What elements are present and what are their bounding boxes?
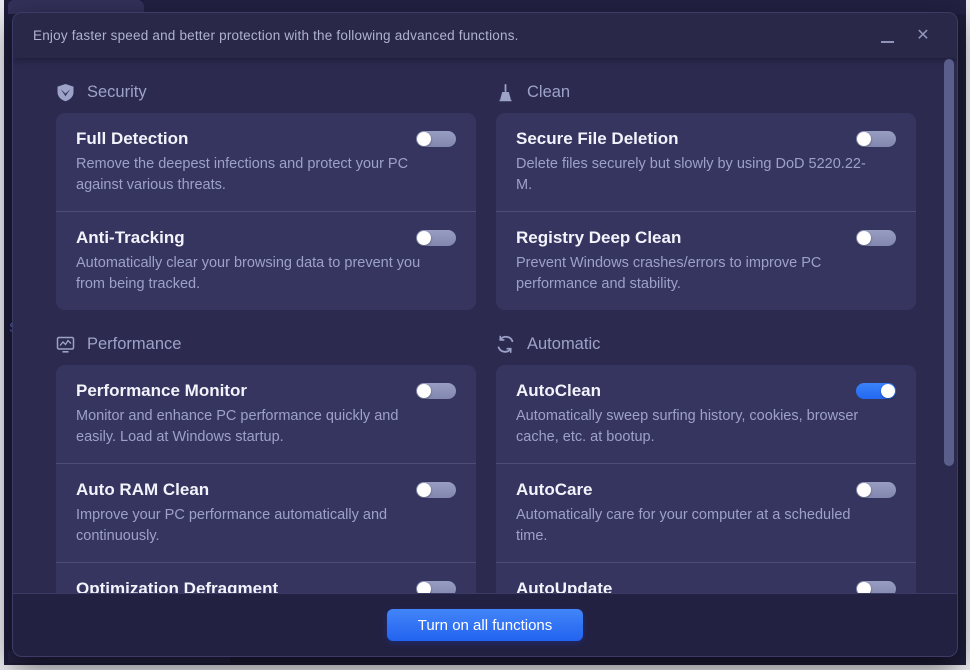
function-name: Registry Deep Clean [516,226,844,250]
vertical-scrollbar[interactable] [944,59,954,466]
function-item: AutoUpdate [496,562,916,593]
section-card: Performance Monitor Monitor and enhance … [56,365,476,593]
section-header: Automatic [496,332,916,356]
function-toggle[interactable] [416,581,456,593]
close-button[interactable]: ✕ [909,22,937,50]
function-item: AutoClean Automatically sweep surfing hi… [496,365,916,463]
shield-icon [56,83,75,102]
section-title: Security [87,83,147,102]
function-description: Delete files securely but slowly by usin… [516,154,876,196]
function-name: Anti-Tracking [76,226,404,250]
function-description: Automatically sweep surfing history, coo… [516,406,876,448]
toggle-knob [857,483,871,497]
function-item: Secure File Deletion Delete files secure… [496,113,916,211]
section-header: Security [56,80,476,104]
section-title: Automatic [527,335,600,354]
minimize-icon [881,41,894,43]
function-toggle[interactable] [416,482,456,498]
function-name: Optimization Defragment [76,577,404,593]
function-description: Remove the deepest infections and protec… [76,154,436,196]
minimize-button[interactable] [873,22,901,50]
dialog-content: Security Full Detection Remove the deepe… [13,58,957,593]
function-item: Registry Deep Clean Prevent Windows cras… [496,211,916,310]
function-name: AutoClean [516,379,844,403]
function-toggle[interactable] [856,230,896,246]
function-name: Auto RAM Clean [76,478,404,502]
function-item: AutoCare Automatically care for your com… [496,463,916,562]
function-name: AutoCare [516,478,844,502]
sections-grid: Security Full Detection Remove the deepe… [56,58,914,593]
function-item: Anti-Tracking Automatically clear your b… [56,211,476,310]
toggle-knob [857,582,871,593]
section-title: Clean [527,83,570,102]
toggle-knob [417,384,431,398]
section-automatic: Automatic AutoClean Automatically sweep … [496,310,916,593]
toggle-knob [417,132,431,146]
function-item: Performance Monitor Monitor and enhance … [56,365,476,463]
broom-icon [496,83,515,102]
function-toggle[interactable] [856,482,896,498]
function-description: Automatically clear your browsing data t… [76,253,436,295]
function-description: Improve your PC performance automaticall… [76,505,436,547]
toggle-knob [857,231,871,245]
section-security: Security Full Detection Remove the deepe… [56,58,476,310]
section-card: AutoClean Automatically sweep surfing hi… [496,365,916,593]
turn-on-all-functions-button[interactable]: Turn on all functions [387,609,583,641]
function-toggle[interactable] [416,383,456,399]
section-clean: Clean Secure File Deletion Delete files … [496,58,916,310]
refresh-icon [496,335,515,354]
performance-icon [56,335,75,354]
function-toggle[interactable] [856,131,896,147]
section-card: Full Detection Remove the deepest infect… [56,113,476,310]
function-item: Optimization Defragment [56,562,476,593]
section-title: Performance [87,335,181,354]
function-item: Full Detection Remove the deepest infect… [56,113,476,211]
toggle-knob [881,384,895,398]
function-name: Secure File Deletion [516,127,844,151]
function-name: Performance Monitor [76,379,404,403]
dialog-titlebar: Enjoy faster speed and better protection… [13,13,957,58]
dialog-footer: Turn on all functions [13,593,957,656]
function-description: Prevent Windows crashes/errors to improv… [516,253,876,295]
function-toggle[interactable] [856,581,896,593]
function-toggle[interactable] [856,383,896,399]
toggle-knob [417,582,431,593]
section-header: Clean [496,80,916,104]
toggle-knob [857,132,871,146]
function-toggle[interactable] [416,230,456,246]
advanced-functions-dialog: Enjoy faster speed and better protection… [12,12,958,657]
toggle-knob [417,231,431,245]
function-toggle[interactable] [416,131,456,147]
function-description: Automatically care for your computer at … [516,505,876,547]
function-description: Monitor and enhance PC performance quick… [76,406,436,448]
section-header: Performance [56,332,476,356]
dialog-title: Enjoy faster speed and better protection… [33,28,519,43]
section-card: Secure File Deletion Delete files secure… [496,113,916,310]
toggle-knob [417,483,431,497]
section-performance: Performance Performance Monitor Monitor … [56,310,476,593]
function-name: AutoUpdate [516,577,844,593]
function-item: Auto RAM Clean Improve your PC performan… [56,463,476,562]
function-name: Full Detection [76,127,404,151]
